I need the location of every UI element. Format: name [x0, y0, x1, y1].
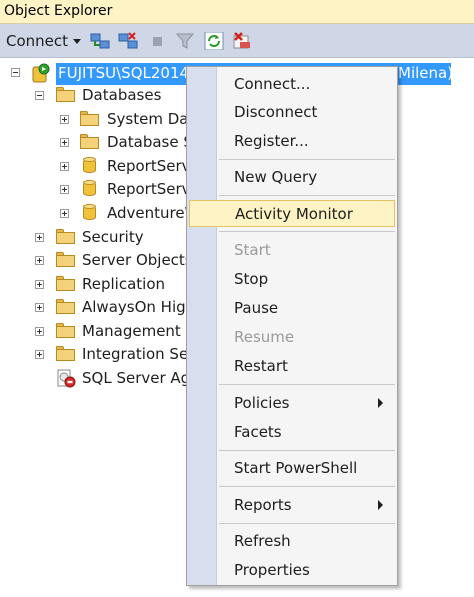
- menu-separator: [219, 486, 395, 487]
- expand-toggle[interactable]: [60, 185, 69, 194]
- menu-item-start-powershell[interactable]: Start PowerShell: [219, 454, 395, 481]
- expand-toggle[interactable]: [60, 162, 69, 171]
- menu-item-label: Stop: [234, 270, 269, 288]
- expand-toggle[interactable]: [60, 209, 69, 218]
- menu-item-properties[interactable]: Properties: [219, 556, 395, 583]
- menu-item-label: Start: [234, 241, 271, 259]
- menu-item-label: Pause: [234, 299, 279, 317]
- menu-item-label: Resume: [234, 328, 295, 346]
- menu-separator: [219, 523, 395, 524]
- menu-item-label: Restart: [234, 357, 288, 375]
- tree-item-sql-server-agent[interactable]: SQL Server Age: [82, 369, 199, 387]
- filter-icon[interactable]: [175, 32, 195, 50]
- menu-item-label: Refresh: [234, 532, 291, 550]
- menu-item-activity-monitor[interactable]: Activity Monitor: [189, 200, 395, 227]
- disconnect-icon[interactable]: [118, 32, 138, 50]
- menu-separator: [219, 450, 395, 451]
- database-icon: [83, 204, 96, 221]
- tree-item-databases[interactable]: Databases: [82, 86, 161, 104]
- panel-title: Object Explorer: [4, 3, 113, 19]
- menu-item-connect[interactable]: Connect...: [219, 70, 395, 97]
- sql-agent-stopped-icon: [57, 369, 76, 388]
- menu-separator: [219, 231, 395, 232]
- expand-toggle[interactable]: [35, 350, 44, 359]
- submenu-arrow-icon: [378, 398, 383, 408]
- connect-dropdown-button[interactable]: Connect: [6, 31, 82, 51]
- tree-item-server-objects[interactable]: Server Objects: [82, 251, 193, 269]
- expand-toggle[interactable]: [35, 256, 44, 265]
- folder-icon: [80, 134, 99, 149]
- menu-item-facets[interactable]: Facets: [219, 418, 395, 445]
- menu-item-policies[interactable]: Policies: [219, 389, 395, 416]
- folder-icon: [56, 346, 75, 361]
- menu-item-label: Policies: [234, 394, 290, 412]
- expand-toggle[interactable]: [35, 303, 44, 312]
- expand-toggle[interactable]: [35, 233, 44, 242]
- menu-item-label: Disconnect: [234, 103, 318, 121]
- server-node-label-tail: Milena): [398, 64, 454, 82]
- chevron-down-icon: [73, 38, 82, 44]
- menu-item-label: Start PowerShell: [234, 459, 358, 477]
- tree-item-security[interactable]: Security: [82, 228, 144, 246]
- expand-toggle[interactable]: [35, 327, 44, 336]
- folder-icon: [56, 276, 75, 291]
- expand-toggle[interactable]: [60, 138, 69, 147]
- collapse-toggle[interactable]: [35, 91, 44, 100]
- refresh-icon[interactable]: [204, 32, 224, 50]
- folder-icon: [56, 299, 75, 314]
- expand-toggle[interactable]: [60, 115, 69, 124]
- menu-item-refresh[interactable]: Refresh: [219, 527, 395, 554]
- menu-item-label: Properties: [234, 561, 310, 579]
- folder-icon: [80, 111, 99, 126]
- collapse-toggle[interactable]: [11, 68, 20, 77]
- remove-icon[interactable]: [232, 32, 252, 50]
- object-explorer-titlebar: Object Explorer: [0, 0, 474, 24]
- menu-separator: [219, 159, 395, 160]
- menu-item-label: Facets: [234, 423, 282, 441]
- object-explorer-toolbar: Connect: [0, 24, 474, 58]
- menu-item-label: Activity Monitor: [235, 205, 353, 223]
- context-menu: Connect... Disconnect Register... New Qu…: [186, 66, 398, 586]
- tree-item-system-databases[interactable]: System Dat: [107, 110, 194, 128]
- folder-icon: [56, 252, 75, 267]
- server-node-label: FUJITSU\SQL2014: [58, 64, 190, 82]
- menu-item-label: Reports: [234, 496, 292, 514]
- folder-icon: [56, 323, 75, 338]
- menu-icon-gutter: [187, 67, 217, 585]
- menu-item-restart[interactable]: Restart: [219, 352, 395, 379]
- database-icon: [83, 180, 96, 197]
- folder-icon: [56, 87, 75, 102]
- menu-separator: [219, 384, 395, 385]
- connect-label: Connect: [6, 32, 69, 50]
- menu-item-start: Start: [219, 236, 395, 263]
- stop-icon[interactable]: [148, 32, 168, 50]
- database-icon: [83, 157, 96, 174]
- menu-separator: [219, 195, 395, 196]
- menu-item-label: New Query: [234, 168, 318, 186]
- menu-item-new-query[interactable]: New Query: [219, 163, 395, 190]
- menu-item-register[interactable]: Register...: [219, 127, 395, 154]
- server-running-icon: [32, 63, 50, 83]
- menu-item-pause[interactable]: Pause: [219, 294, 395, 321]
- menu-item-label: Register...: [234, 132, 309, 150]
- menu-item-stop[interactable]: Stop: [219, 265, 395, 292]
- folder-icon: [56, 229, 75, 244]
- tree-item-alwayson[interactable]: AlwaysOn High: [82, 298, 195, 316]
- menu-item-label: Connect...: [234, 75, 311, 93]
- menu-item-disconnect[interactable]: Disconnect: [219, 98, 395, 125]
- menu-item-resume: Resume: [219, 323, 395, 350]
- menu-item-reports[interactable]: Reports: [219, 491, 395, 518]
- connect-object-explorer-icon[interactable]: [90, 32, 110, 50]
- tree-item-replication[interactable]: Replication: [82, 275, 165, 293]
- tree-item-management[interactable]: Management: [82, 322, 181, 340]
- submenu-arrow-icon: [378, 500, 383, 510]
- expand-toggle[interactable]: [35, 280, 44, 289]
